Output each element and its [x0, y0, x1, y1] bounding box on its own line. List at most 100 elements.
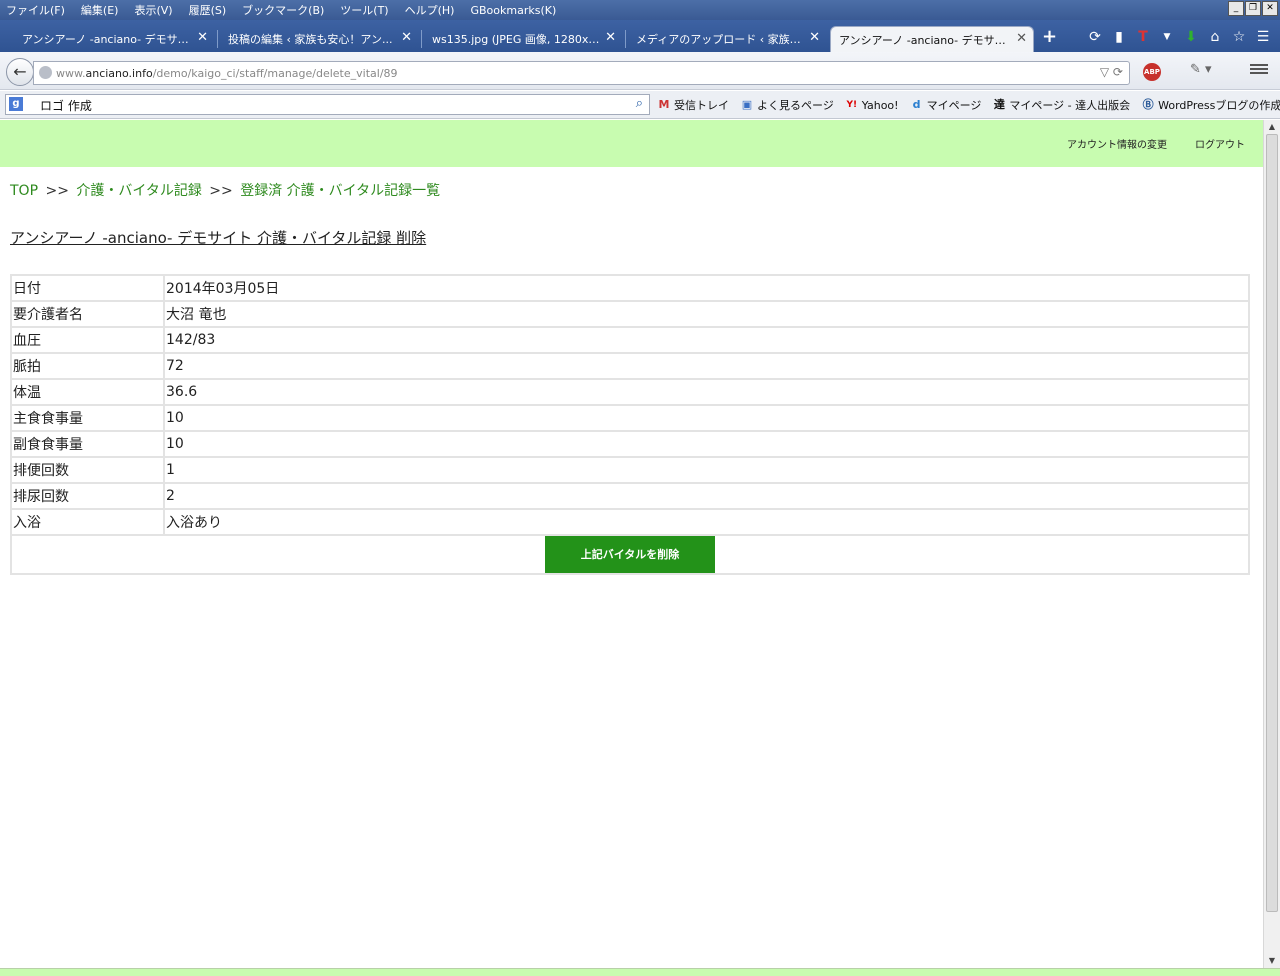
bookmark-label: Yahoo! [861, 98, 899, 112]
bookmark-tatsujin[interactable]: 達マイページ - 達人出版会 [993, 97, 1130, 113]
account-settings-link[interactable]: アカウント情報の変更 [1067, 136, 1167, 151]
list-icon[interactable]: ☰ [1254, 28, 1272, 46]
action-cell: 上記バイタルを削除 [10, 534, 1250, 575]
logout-link[interactable]: ログアウト [1195, 136, 1245, 151]
globe-icon [39, 66, 52, 79]
menu-hamburger-icon[interactable] [1250, 62, 1268, 78]
tab-title: アンシアーノ -anciano- デモサイ... [22, 33, 192, 46]
scroll-up-icon[interactable]: ▲ [1267, 122, 1277, 131]
close-icon[interactable]: ✕ [197, 30, 208, 45]
search-value: ロゴ 作成 [40, 99, 92, 113]
url-path: /demo/kaigo_ci/staff/manage/delete_vital… [152, 67, 398, 80]
bookmark-wordpress[interactable]: Ⓑ WordPressブログの作成... [1142, 97, 1280, 113]
dp-icon: d [912, 98, 921, 111]
tab-separator [421, 30, 422, 48]
page-title: アンシアーノ -anciano- デモサイト 介護・バイタル記録 削除 [10, 229, 427, 247]
scroll-down-icon[interactable]: ▼ [1267, 956, 1277, 965]
bookmark-label: よく見るページ [757, 99, 834, 112]
back-arrow-icon[interactable]: ← [6, 58, 34, 86]
site-header: アカウント情報の変更 ログアウト [0, 120, 1263, 167]
table-row: 血圧 142/83 [10, 326, 1250, 354]
bookmark-inbox[interactable]: M 受信トレイ [658, 97, 729, 113]
new-tab-icon[interactable]: + [1042, 26, 1057, 47]
breadcrumb-list-link[interactable]: 登録済 介護・バイタル記録一覧 [240, 183, 440, 199]
google-icon[interactable]: g [9, 97, 23, 111]
row-value: 36.6 [163, 378, 1250, 406]
menu-view[interactable]: 表示(V) [134, 2, 172, 18]
star-icon[interactable]: ☆ [1230, 28, 1248, 46]
row-value: 1 [163, 456, 1250, 484]
menu-edit[interactable]: 編集(E) [81, 2, 119, 18]
delete-vital-button[interactable]: 上記バイタルを削除 [545, 536, 715, 573]
breadcrumb-separator: >> [45, 183, 69, 199]
table-row: 排尿回数 2 [10, 482, 1250, 510]
table-row: 主食食事量 10 [10, 404, 1250, 432]
wordpress-icon: Ⓑ [1142, 98, 1154, 111]
table-row: 排便回数 1 [10, 456, 1250, 484]
search-input[interactable]: g ロゴ 作成 ⌕ [5, 94, 650, 115]
header-links: アカウント情報の変更 ログアウト [1067, 136, 1245, 151]
action-row: 上記バイタルを削除 [10, 534, 1250, 575]
scrollbar-thumb[interactable] [1266, 134, 1278, 912]
adblock-icon[interactable]: ABP [1143, 63, 1161, 81]
row-value: 2014年03月05日 [163, 274, 1250, 302]
tab-3[interactable]: ws135.jpg (JPEG 画像, 1280x9... ✕ [424, 26, 622, 52]
tab-5-active[interactable]: アンシアーノ -anciano- デモサイト... ✕ [830, 26, 1034, 52]
search-icon[interactable]: ⌕ [636, 96, 643, 111]
menu-file[interactable]: ファイル(F) [6, 2, 65, 18]
tab-title: 投稿の編集 ‹ 家族も安心！アン... [228, 33, 393, 46]
bookmark-most-visited[interactable]: ▣ よく見るページ [741, 97, 834, 113]
tab-title: メディアのアップロード ‹ 家族も安... [636, 33, 804, 46]
breadcrumb-top-link[interactable]: TOP [10, 183, 38, 199]
menu-bar: ファイル(F) 編集(E) 表示(V) 履歴(S) ブックマーク(B) ツール(… [0, 0, 1280, 20]
menu-history[interactable]: 履歴(S) [189, 2, 227, 18]
row-value: 142/83 [163, 326, 1250, 354]
bookmark-label: マイページ - 達人出版会 [1009, 99, 1131, 112]
tab-2[interactable]: 投稿の編集 ‹ 家族も安心！アン... ✕ [220, 26, 418, 52]
vital-record-table: 日付 2014年03月05日 要介護者名 大沼 竜也 血圧 142/83 脈拍 72 体… [10, 274, 1250, 575]
tab-4[interactable]: メディアのアップロード ‹ 家族も安... ✕ [628, 26, 826, 52]
status-bar [0, 968, 1280, 976]
breadcrumb-separator: >> [209, 183, 233, 199]
tatsujin-icon: 達 [993, 98, 1005, 111]
download-icon[interactable]: ⬇ [1182, 28, 1200, 46]
tab-separator [217, 30, 218, 48]
page-viewport: アカウント情報の変更 ログアウト TOP >> 介護・バイタル記録 >> 登録済… [0, 120, 1263, 968]
vertical-scrollbar[interactable]: ▲ ▼ [1263, 120, 1280, 968]
tab-1[interactable]: アンシアーノ -anciano- デモサイ... ✕ [14, 26, 214, 52]
table-row: 要介護者名 大沼 竜也 [10, 300, 1250, 328]
close-icon[interactable]: ✕ [605, 30, 616, 45]
menu-gbookmarks[interactable]: GBookmarks(K) [470, 4, 556, 17]
url-bar[interactable]: www.anciano.info/demo/kaigo_ci/staff/man… [33, 61, 1130, 85]
addon-chevron-icon[interactable]: ✎ ▾ [1190, 62, 1212, 77]
restore-icon[interactable]: ❐ [1245, 1, 1261, 16]
row-label: 日付 [10, 274, 165, 302]
row-label: 主食食事量 [10, 404, 165, 432]
minimize-icon[interactable]: _ [1228, 1, 1244, 16]
row-value: 入浴あり [163, 508, 1250, 536]
sync-icon[interactable]: ⟳ [1086, 28, 1104, 46]
bookmark-book-icon[interactable]: ▮ [1110, 28, 1128, 46]
breadcrumb-vital-link[interactable]: 介護・バイタル記録 [76, 183, 201, 199]
reload-icon[interactable]: ▽ ⟳ [1100, 65, 1123, 79]
close-window-icon[interactable]: ✕ [1262, 1, 1278, 16]
menu-tools[interactable]: ツール(T) [340, 2, 388, 18]
close-icon[interactable]: ✕ [809, 30, 820, 45]
bookmark-label: WordPressブログの作成... [1158, 99, 1280, 112]
t-addon-icon[interactable]: T [1134, 28, 1152, 46]
close-icon[interactable]: ✕ [401, 30, 412, 45]
bookmark-list: M 受信トレイ ▣ よく見るページ Y! Yahoo! d マイページ 達マイページ -… [658, 97, 1280, 113]
row-label: 血圧 [10, 326, 165, 354]
bookmark-mypage[interactable]: d マイページ [911, 97, 982, 113]
tab-title: ws135.jpg (JPEG 画像, 1280x9... [432, 33, 600, 46]
yahoo-icon: Y! [846, 100, 858, 110]
bookmark-yahoo[interactable]: Y! Yahoo! [846, 97, 899, 113]
tab-separator [625, 30, 626, 48]
menu-help[interactable]: ヘルプ(H) [405, 2, 455, 18]
table-row: 入浴 入浴あり [10, 508, 1250, 536]
home-icon[interactable]: ⌂ [1206, 28, 1224, 46]
menu-bookmarks[interactable]: ブックマーク(B) [242, 2, 324, 18]
window-controls: _ ❐ ✕ [1228, 1, 1278, 16]
chevron-down-icon[interactable]: ▼ [1158, 28, 1176, 46]
close-icon[interactable]: ✕ [1016, 31, 1027, 46]
